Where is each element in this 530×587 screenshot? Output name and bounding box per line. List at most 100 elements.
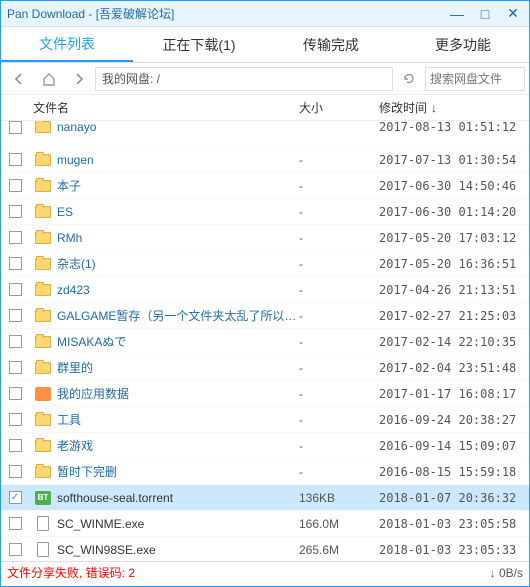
folder-icon [35,121,51,133]
file-row[interactable]: 老游戏-2016-09-14 15:09:07 [1,433,529,459]
file-size: - [299,465,379,479]
row-checkbox[interactable] [9,491,22,504]
file-size: - [299,309,379,323]
file-time: 2017-06-30 14:50:46 [379,179,529,193]
column-time[interactable]: 修改时间↓ [379,99,529,116]
file-name: 老游戏 [57,437,299,454]
row-checkbox[interactable] [9,517,22,530]
row-checkbox[interactable] [9,439,22,452]
status-speed: ↓ 0B/s [490,566,523,580]
home-button[interactable] [35,66,63,92]
file-time: 2018-01-07 20:36:32 [379,491,529,505]
file-list: nanayo2017-08-13 01:51:12mugen-2017-07-1… [1,121,529,561]
maximize-button[interactable]: □ [475,6,495,22]
folder-icon [35,180,51,192]
file-time: 2017-06-30 01:14:20 [379,205,529,219]
file-size: - [299,439,379,453]
file-size: - [299,231,379,245]
file-time: 2017-04-26 21:13:51 [379,283,529,297]
tab-3[interactable]: 更多功能 [397,27,529,62]
folder-icon [35,440,51,452]
file-time: 2017-07-13 01:30:54 [379,153,529,167]
file-name: nanayo [57,121,299,134]
file-size: - [299,361,379,375]
row-checkbox[interactable] [9,309,22,322]
file-row[interactable]: 工具-2016-09-24 20:38:27 [1,407,529,433]
file-size: - [299,179,379,193]
file-row[interactable]: SC_WINME.exe166.0M2018-01-03 23:05:58 [1,511,529,537]
file-icon [37,542,49,557]
folder-icon [35,310,51,322]
close-button[interactable]: ✕ [503,6,523,22]
home-icon [42,72,56,86]
row-checkbox[interactable] [9,121,22,134]
file-time: 2017-02-04 23:51:48 [379,361,529,375]
file-name: 杂志(1) [57,255,299,272]
tab-2[interactable]: 传输完成 [265,27,397,62]
arrow-left-icon [12,72,26,86]
file-time: 2017-02-14 22:10:35 [379,335,529,349]
file-row[interactable]: GALGAME暂存（另一个文件夹太乱了所以放...-2017-02-27 21:… [1,303,529,329]
file-row[interactable]: ES-2017-06-30 01:14:20 [1,199,529,225]
file-row[interactable]: BTsofthouse-seal.torrent136KB2018-01-07 … [1,485,529,511]
row-checkbox[interactable] [9,257,22,270]
file-name: 我的应用数据 [57,385,299,402]
tab-0[interactable]: 文件列表 [1,27,133,62]
file-row[interactable]: nanayo2017-08-13 01:51:12 [1,121,529,147]
forward-button[interactable] [65,66,93,92]
file-row[interactable]: zd423-2017-04-26 21:13:51 [1,277,529,303]
minimize-button[interactable]: — [447,6,467,22]
file-row[interactable]: 群里的-2017-02-04 23:51:48 [1,355,529,381]
file-time: 2017-05-20 17:03:12 [379,231,529,245]
file-row[interactable]: 我的应用数据-2017-01-17 16:08:17 [1,381,529,407]
refresh-button[interactable] [395,66,423,92]
folder-icon [35,258,51,270]
file-name: ES [57,205,299,219]
file-row[interactable]: SC_WIN98SE.exe265.6M2018-01-03 23:05:33 [1,537,529,561]
file-name: MISAKAぬで [57,333,299,350]
column-size[interactable]: 大小 [299,99,379,116]
file-name: mugen [57,153,299,167]
file-row[interactable]: mugen-2017-07-13 01:30:54 [1,147,529,173]
row-checkbox[interactable] [9,335,22,348]
sort-arrow-icon: ↓ [431,101,437,115]
row-checkbox[interactable] [9,361,22,374]
folder-icon [35,154,51,166]
back-button[interactable] [5,66,33,92]
row-checkbox[interactable] [9,465,22,478]
file-size: - [299,257,379,271]
window-title: Pan Download - [吾爱破解论坛] [7,5,447,22]
file-row[interactable]: 本子-2017-06-30 14:50:46 [1,173,529,199]
file-time: 2016-08-15 15:59:18 [379,465,529,479]
row-checkbox[interactable] [9,205,22,218]
file-time: 2016-09-24 20:38:27 [379,413,529,427]
file-row[interactable]: MISAKAぬで-2017-02-14 22:10:35 [1,329,529,355]
folder-icon [35,466,51,478]
row-checkbox[interactable] [9,179,22,192]
file-row[interactable]: 暂时下完删-2016-08-15 15:59:18 [1,459,529,485]
row-checkbox[interactable] [9,231,22,244]
file-time: 2018-01-03 23:05:33 [379,543,529,557]
arrow-right-icon [72,72,86,86]
column-name[interactable]: 文件名 [29,99,299,116]
file-name: 暂时下完删 [57,463,299,480]
file-size: 265.6M [299,543,379,557]
search-input[interactable] [425,67,525,91]
file-time: 2017-01-17 16:08:17 [379,387,529,401]
file-row[interactable]: RMh-2017-05-20 17:03:12 [1,225,529,251]
row-checkbox[interactable] [9,413,22,426]
row-checkbox[interactable] [9,387,22,400]
row-checkbox[interactable] [9,283,22,296]
file-row[interactable]: 杂志(1)-2017-05-20 16:36:51 [1,251,529,277]
row-checkbox[interactable] [9,153,22,166]
file-time: 2018-01-03 23:05:58 [379,517,529,531]
tab-1[interactable]: 正在下载(1) [133,27,265,62]
row-checkbox[interactable] [9,543,22,556]
folder-icon [35,232,51,244]
file-time: 2016-09-14 15:09:07 [379,439,529,453]
file-name: SC_WINME.exe [57,517,299,531]
status-bar: 文件分享失败, 错误码: 2 ↓ 0B/s [1,561,529,583]
path-input[interactable]: 我的网盘: / [95,67,393,91]
status-error: 文件分享失败, 错误码: 2 [7,564,490,581]
refresh-icon [402,72,416,86]
